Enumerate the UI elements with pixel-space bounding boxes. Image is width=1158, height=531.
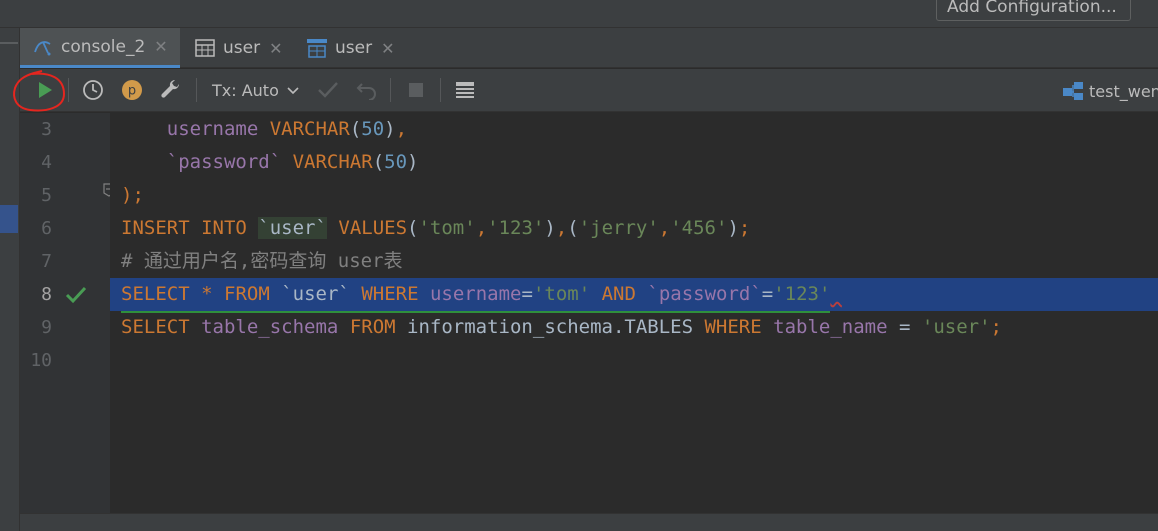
checkmark-icon (318, 82, 338, 98)
stop-button[interactable] (403, 77, 429, 103)
tab-label: user (223, 38, 261, 58)
line-number: 3 (41, 119, 52, 140)
sql-editor[interactable]: username VARCHAR(50), `password` VARCHAR… (110, 113, 1158, 513)
commit-button[interactable] (315, 77, 341, 103)
left-tool-strip (0, 28, 20, 531)
play-icon (39, 82, 52, 98)
success-check-icon (65, 286, 87, 304)
bottom-bar (20, 513, 1158, 531)
close-icon[interactable]: ✕ (381, 39, 394, 58)
mysql-console-icon (32, 36, 54, 58)
tab-label: user (335, 38, 373, 58)
undo-icon (356, 83, 376, 100)
line-number: 9 (41, 317, 52, 338)
datasource-label: test_wensi (1089, 81, 1158, 101)
rollback-button[interactable] (354, 77, 380, 103)
settings-button[interactable] (158, 77, 184, 103)
editor-gutter: 3 4 5 6 7 8 9 10 (20, 113, 115, 513)
tab-user-table[interactable]: user ✕ (182, 28, 292, 68)
history-button[interactable] (80, 77, 106, 103)
strip-selection-marker (0, 205, 18, 233)
line-number: 8 (41, 284, 52, 305)
code-line-6: INSERT INTO `user` VALUES('tom','123'),(… (121, 217, 751, 239)
top-bar: Add Configuration... (0, 0, 1158, 28)
datasource-selector[interactable]: test_wensi (1062, 79, 1158, 103)
output-layout-button[interactable] (452, 77, 478, 103)
stop-icon (409, 83, 423, 97)
line-number: 7 (41, 251, 52, 272)
code-line-8: SELECT * FROM `user` WHERE username='tom… (110, 278, 1158, 313)
tab-console-2[interactable]: console_2 ✕ (20, 28, 180, 68)
code-line-9: SELECT table_schema FROM information_sch… (121, 316, 1002, 338)
line-number: 4 (41, 152, 52, 173)
code-line-7: # 通过用户名,密码查询 user表 (121, 250, 403, 272)
table-icon (194, 37, 216, 59)
strip-marker (0, 42, 18, 44)
table-layout-icon (456, 82, 474, 98)
add-configuration-button[interactable]: Add Configuration... (936, 0, 1131, 21)
p-circle-icon: p (122, 80, 142, 100)
table-data-icon (306, 37, 328, 59)
database-schema-icon (1063, 82, 1083, 100)
line-number: 10 (30, 350, 52, 371)
code-line-3: username VARCHAR(50), (166, 118, 408, 140)
console-toolbar: p Tx: Auto test_wensi (20, 69, 1158, 112)
editor-tab-bar: console_2 ✕ user ✕ user ✕ (20, 28, 1158, 68)
line-number: 6 (41, 218, 52, 239)
tab-user-data[interactable]: user ✕ (294, 28, 406, 68)
line-number: 5 (41, 185, 52, 206)
code-line-4: `password` VARCHAR(50) (166, 151, 419, 173)
parameters-button[interactable]: p (119, 77, 145, 103)
wrench-icon (161, 79, 180, 98)
close-icon[interactable]: ✕ (269, 39, 282, 58)
chevron-down-icon (287, 87, 299, 95)
close-icon[interactable]: ✕ (154, 37, 167, 56)
code-line-5: ); (121, 184, 144, 206)
svg-text:p: p (128, 84, 136, 99)
execute-button[interactable] (32, 77, 58, 103)
clock-icon (83, 80, 103, 100)
tab-label: console_2 (61, 36, 146, 57)
transaction-mode-label: Tx: Auto (212, 81, 279, 100)
transaction-mode-dropdown[interactable]: Tx: Auto (212, 78, 299, 104)
